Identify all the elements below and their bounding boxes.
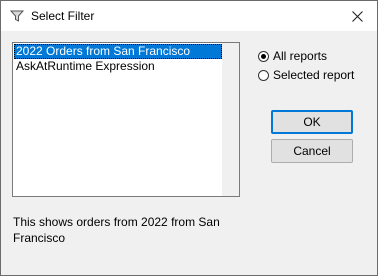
radio-label-selected-report: Selected report xyxy=(273,68,355,82)
close-icon xyxy=(351,10,363,22)
window-title: Select Filter xyxy=(31,9,95,23)
radio-label-all-reports: All reports xyxy=(273,49,328,63)
filter-listbox[interactable]: 2022 Orders from San Francisco AskAtRunt… xyxy=(12,42,240,197)
radio-button-all-reports[interactable] xyxy=(258,50,269,62)
listbox-scrollbar[interactable] xyxy=(222,43,239,196)
cancel-button[interactable]: Cancel xyxy=(271,139,353,163)
select-filter-dialog: Select Filter 2022 Orders from San Franc… xyxy=(0,0,378,276)
filter-list-item[interactable]: AskAtRuntime Expression xyxy=(14,59,222,74)
close-button[interactable] xyxy=(337,1,377,31)
radio-all-reports[interactable]: All reports xyxy=(258,48,327,64)
ok-button[interactable]: OK xyxy=(271,110,353,134)
radio-selected-report[interactable]: Selected report xyxy=(258,67,354,83)
title-bar: Select Filter xyxy=(1,1,377,31)
filter-list-items: 2022 Orders from San Francisco AskAtRunt… xyxy=(14,44,222,74)
radio-button-selected-report[interactable] xyxy=(258,69,269,81)
filter-list-item[interactable]: 2022 Orders from San Francisco xyxy=(14,44,222,59)
filter-funnel-icon xyxy=(10,10,24,22)
filter-description: This shows orders from 2022 from San Fra… xyxy=(13,215,220,245)
